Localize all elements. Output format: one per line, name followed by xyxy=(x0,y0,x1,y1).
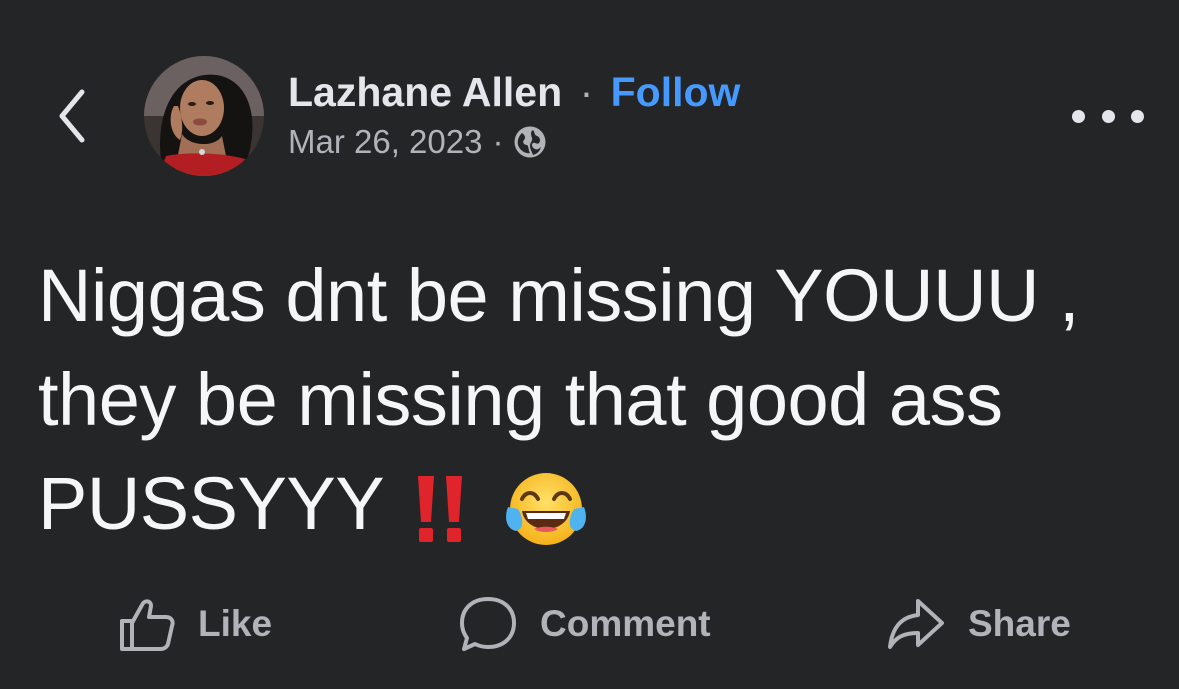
separator-dot: · xyxy=(492,123,504,160)
share-arrow-icon xyxy=(888,599,944,649)
like-button[interactable]: Like xyxy=(118,592,272,656)
author-name[interactable]: Lazhane Allen xyxy=(288,69,562,115)
dot-icon xyxy=(1131,109,1144,123)
author-line: Lazhane Allen · Follow xyxy=(288,66,740,118)
globe-icon xyxy=(514,126,546,158)
follow-button[interactable]: Follow xyxy=(611,69,741,115)
tears-of-joy-emoji xyxy=(506,473,587,546)
like-label: Like xyxy=(198,603,273,644)
back-button[interactable] xyxy=(48,84,96,148)
avatar-image xyxy=(144,56,264,176)
post-body: Niggas dnt be missing YOUUU , they be mi… xyxy=(38,244,1158,556)
chevron-left-icon xyxy=(59,89,85,143)
post-header: Lazhane Allen · Follow Mar 26, 2023 · xyxy=(288,66,740,164)
avatar[interactable] xyxy=(144,56,264,176)
share-label: Share xyxy=(968,603,1071,644)
comment-bubble-icon xyxy=(460,597,516,651)
share-button[interactable]: Share xyxy=(886,592,1071,656)
post-meta: Mar 26, 2023 · xyxy=(288,120,740,164)
double-exclamation-icon xyxy=(418,476,463,543)
dot-icon xyxy=(1072,109,1085,123)
more-options-button[interactable] xyxy=(1072,100,1144,132)
post-actions: Like Comment Share xyxy=(0,592,1179,656)
comment-label: Comment xyxy=(540,603,711,644)
thumbs-up-icon xyxy=(120,599,175,651)
comment-button[interactable]: Comment xyxy=(458,592,711,656)
separator-dot: · xyxy=(579,69,594,115)
post-date[interactable]: Mar 26, 2023 xyxy=(288,120,482,164)
dot-icon xyxy=(1101,109,1115,123)
